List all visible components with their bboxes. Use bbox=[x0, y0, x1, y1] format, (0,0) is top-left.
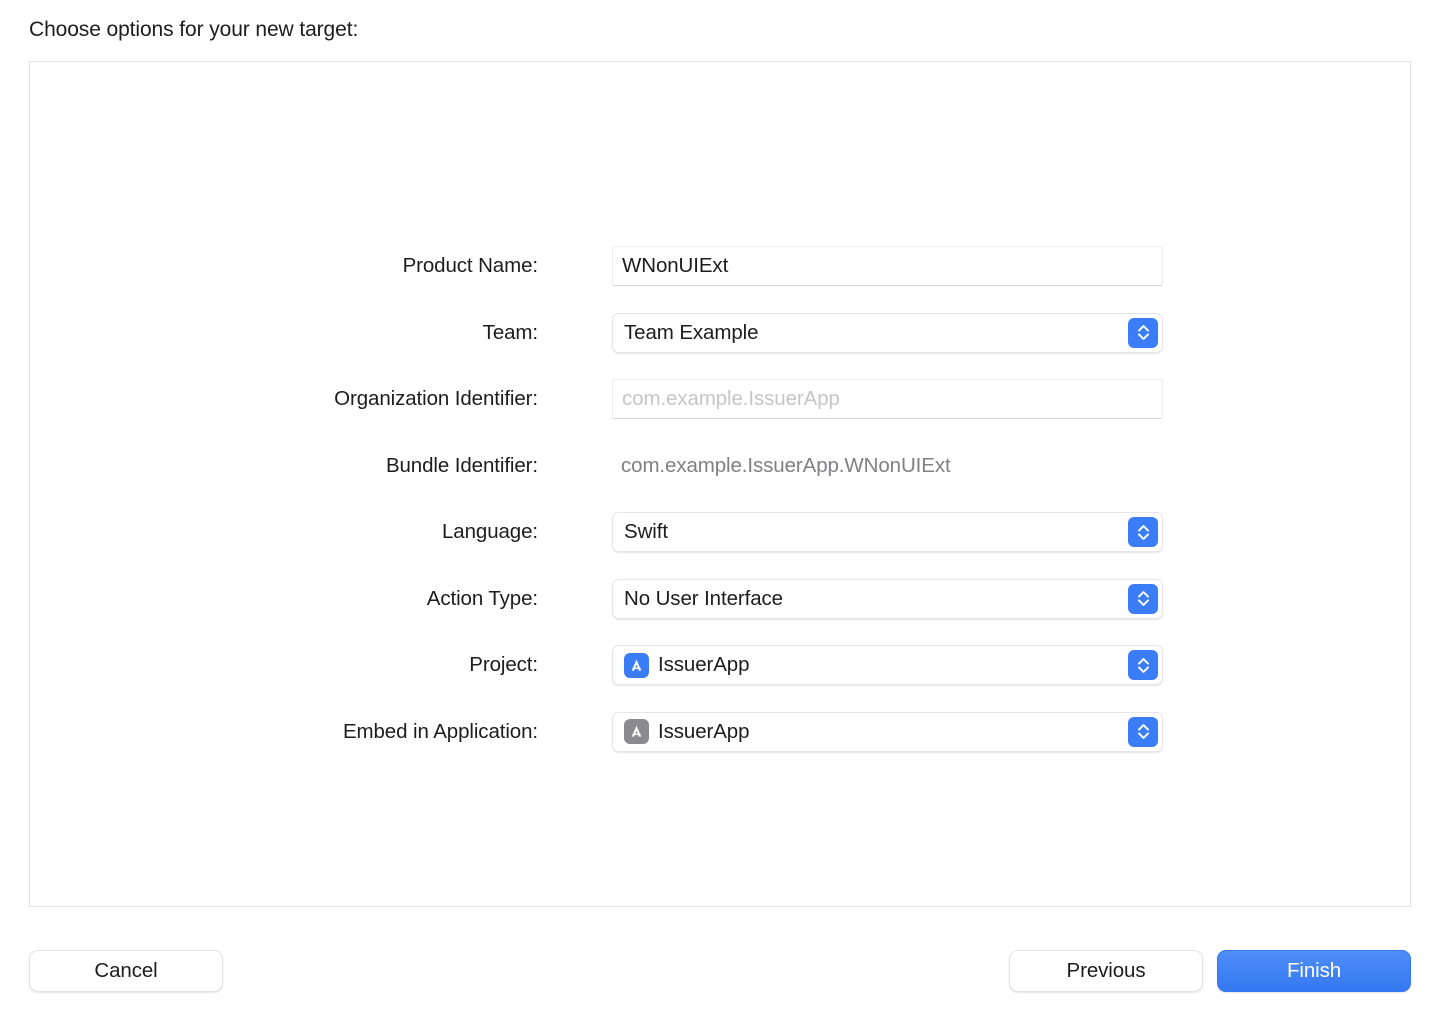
form-row-bundle-identifier: Bundle Identifier: com.example.IssuerApp.… bbox=[30, 446, 1410, 486]
control-organization-identifier bbox=[612, 379, 1163, 419]
label-embed-in-application: Embed in Application: bbox=[342, 719, 538, 743]
form-row-language: Language: Swift bbox=[30, 512, 1410, 552]
embed-in-application-selected-value: IssuerApp bbox=[658, 719, 750, 743]
form-row-project: Project: IssuerApp bbox=[30, 645, 1410, 685]
control-product-name bbox=[612, 246, 1163, 286]
form-row-embed-in-application: Embed in Application: IssuerApp bbox=[30, 711, 1410, 752]
language-selected-value: Swift bbox=[624, 520, 668, 543]
control-action-type: No User Interface bbox=[612, 578, 1163, 619]
project-selected-value: IssuerApp bbox=[658, 653, 750, 676]
options-panel: Product Name: Team: Team Example Organizati… bbox=[29, 61, 1411, 907]
control-language: Swift bbox=[612, 512, 1163, 552]
label-bundle-identifier: Bundle Identifier: bbox=[385, 453, 538, 477]
page-title: Choose options for your new target: bbox=[29, 18, 359, 41]
team-popup-button[interactable]: Team Example bbox=[612, 312, 1163, 353]
finish-button[interactable]: Finish bbox=[1217, 950, 1411, 992]
form-row-action-type: Action Type: No User Interface bbox=[30, 578, 1410, 619]
label-product-name: Product Name: bbox=[402, 254, 539, 277]
control-team: Team Example bbox=[612, 312, 1163, 353]
up-down-chevron-icon[interactable] bbox=[1128, 650, 1158, 680]
application-icon bbox=[624, 719, 649, 744]
control-bundle-identifier: com.example.IssuerApp.WNonUIExt bbox=[612, 446, 1163, 486]
team-selected-value: Team Example bbox=[624, 320, 759, 344]
bundle-identifier-value: com.example.IssuerApp.WNonUIExt bbox=[621, 453, 951, 477]
up-down-chevron-icon[interactable] bbox=[1128, 716, 1158, 747]
up-down-chevron-icon[interactable] bbox=[1128, 583, 1158, 614]
up-down-chevron-icon[interactable] bbox=[1128, 317, 1158, 348]
label-team: Team: bbox=[482, 320, 538, 344]
control-project: IssuerApp bbox=[612, 645, 1163, 685]
form-row-product-name: Product Name: bbox=[30, 246, 1410, 286]
project-popup-button[interactable]: IssuerApp bbox=[612, 645, 1163, 685]
action-type-popup-button[interactable]: No User Interface bbox=[612, 578, 1163, 619]
form-row-organization-identifier: Organization Identifier: bbox=[30, 379, 1410, 419]
product-name-input[interactable] bbox=[612, 246, 1163, 286]
form-row-team: Team: Team Example bbox=[30, 312, 1410, 353]
cancel-button[interactable]: Cancel bbox=[29, 950, 223, 992]
label-project: Project: bbox=[469, 653, 538, 676]
embed-in-application-popup-button[interactable]: IssuerApp bbox=[612, 711, 1163, 752]
label-action-type: Action Type: bbox=[426, 586, 538, 610]
label-language: Language: bbox=[441, 520, 538, 543]
action-type-selected-value: No User Interface bbox=[624, 586, 783, 610]
xcode-project-icon bbox=[624, 652, 649, 678]
organization-identifier-input[interactable] bbox=[612, 379, 1163, 419]
label-organization-identifier: Organization Identifier: bbox=[334, 387, 538, 410]
language-popup-button[interactable]: Swift bbox=[612, 512, 1163, 552]
up-down-chevron-icon[interactable] bbox=[1128, 517, 1158, 547]
control-embed-in-application: IssuerApp bbox=[612, 711, 1163, 752]
previous-button[interactable]: Previous bbox=[1009, 950, 1203, 992]
